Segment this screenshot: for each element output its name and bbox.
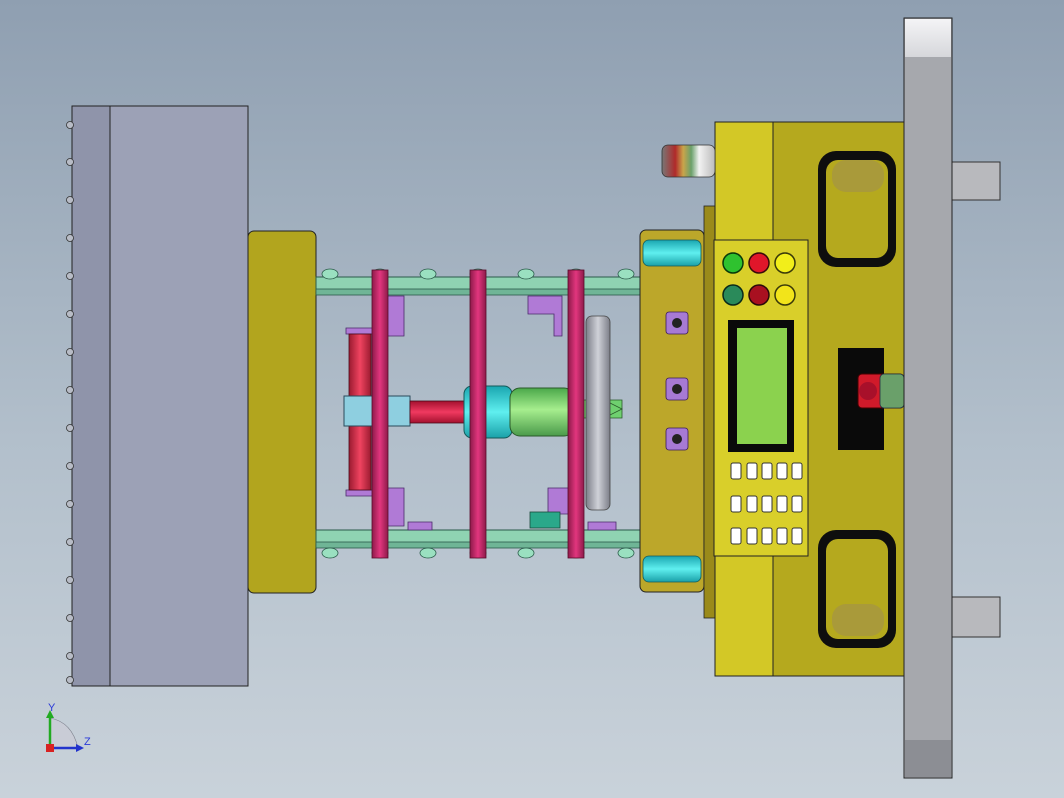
key [791,462,803,480]
key [761,495,773,513]
dark-green-button[interactable] [722,284,744,306]
teal-block [529,511,561,529]
guide-bar [585,315,611,511]
injection-nozzle [661,144,716,178]
z-axis-arrow [76,744,84,752]
platen-cyan-bottom [642,555,702,583]
triad-origin [46,744,54,752]
key [776,527,788,545]
platen-cyan-top [642,239,702,267]
key [746,462,758,480]
cabinet-handle-bottom[interactable] [818,530,896,648]
key [746,527,758,545]
yellow-button[interactable] [774,284,796,306]
coordinate-triad: Y Z [46,702,91,752]
key [761,527,773,545]
key [761,462,773,480]
triad-plane [49,717,79,749]
key [776,495,788,513]
key [730,527,742,545]
base-frame[interactable] [903,17,1001,779]
green-light[interactable] [722,252,744,274]
ejector-ram [409,400,471,424]
control-panel[interactable] [713,239,809,557]
frame-brace-top [951,161,1001,201]
frame-cap-bottom [905,740,951,777]
upper-link-bar-lower [315,288,687,296]
key [746,495,758,513]
dark-red-button[interactable] [748,284,770,306]
red-light[interactable] [748,252,770,274]
cad-viewport[interactable]: Y Z [0,0,1064,798]
platen-clamps [665,311,689,451]
stationary-platen[interactable] [639,205,717,619]
frame-brace-bottom [951,596,1001,638]
key [730,495,742,513]
key [776,462,788,480]
y-axis-label: Y [48,702,56,714]
frame-cap-top [905,19,951,57]
z-axis-label: Z [84,736,91,748]
frame-upright [903,17,953,779]
hydraulic-cylinder [509,387,575,437]
key [791,495,803,513]
platen-plate [639,229,705,593]
mold-plate-front [109,105,249,687]
yellow-light[interactable] [774,252,796,274]
mold-plate-assembly[interactable] [66,105,249,687]
lcd-screen [737,328,787,444]
cabinet-handle-top[interactable] [818,151,896,267]
lower-link-bar-lower [315,541,687,549]
toggle-mechanism[interactable] [315,268,687,559]
moving-platen[interactable] [247,230,317,594]
key [730,462,742,480]
emergency-stop-button[interactable] [857,373,905,409]
key [791,527,803,545]
mold-plate-back [71,105,111,687]
